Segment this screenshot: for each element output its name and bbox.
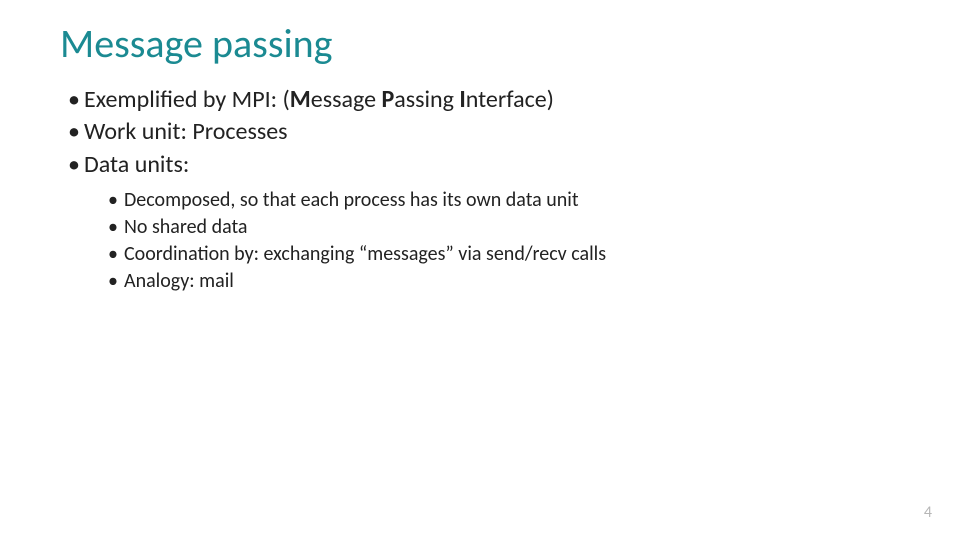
bullet-l2: •No shared data: [108, 214, 900, 241]
text: essage: [311, 85, 382, 114]
slide: Message passing •Exemplified by MPI: (Me…: [0, 0, 960, 540]
slide-title: Message passing: [60, 22, 900, 66]
bullet-icon: •: [108, 187, 124, 214]
bullet-icon: •: [68, 149, 84, 181]
level2-list: •Decomposed, so that each process has it…: [108, 187, 900, 295]
text: Exemplified by MPI: (: [84, 85, 290, 114]
text: Data units:: [84, 150, 189, 179]
text: assing: [394, 85, 459, 114]
bullet-l1-workunit: •Work unit: Processes: [68, 116, 900, 148]
bullet-icon: •: [68, 116, 84, 148]
text: Work unit: Processes: [84, 117, 288, 146]
text: Decomposed, so that each process has its…: [124, 188, 579, 212]
bold-P: P: [381, 85, 394, 114]
text: No shared data: [124, 215, 248, 239]
page-number: 4: [924, 503, 932, 522]
text: nterface): [466, 85, 554, 114]
bullet-l1-dataunits: •Data units:: [68, 149, 900, 181]
bold-M: M: [290, 85, 311, 114]
level1-list: •Exemplified by MPI: (Message Passing In…: [60, 84, 900, 181]
bullet-l2: •Analogy: mail: [108, 268, 900, 295]
bullet-l2: •Coordination by: exchanging “messages” …: [108, 241, 900, 268]
text: Analogy: mail: [124, 269, 234, 293]
bullet-l1-mpi: •Exemplified by MPI: (Message Passing In…: [68, 84, 900, 116]
bullet-l2: •Decomposed, so that each process has it…: [108, 187, 900, 214]
bullet-icon: •: [108, 214, 124, 241]
text: Coordination by: exchanging “messages” v…: [124, 242, 606, 266]
bullet-icon: •: [108, 241, 124, 268]
bullet-icon: •: [68, 84, 84, 116]
bullet-icon: •: [108, 268, 124, 295]
